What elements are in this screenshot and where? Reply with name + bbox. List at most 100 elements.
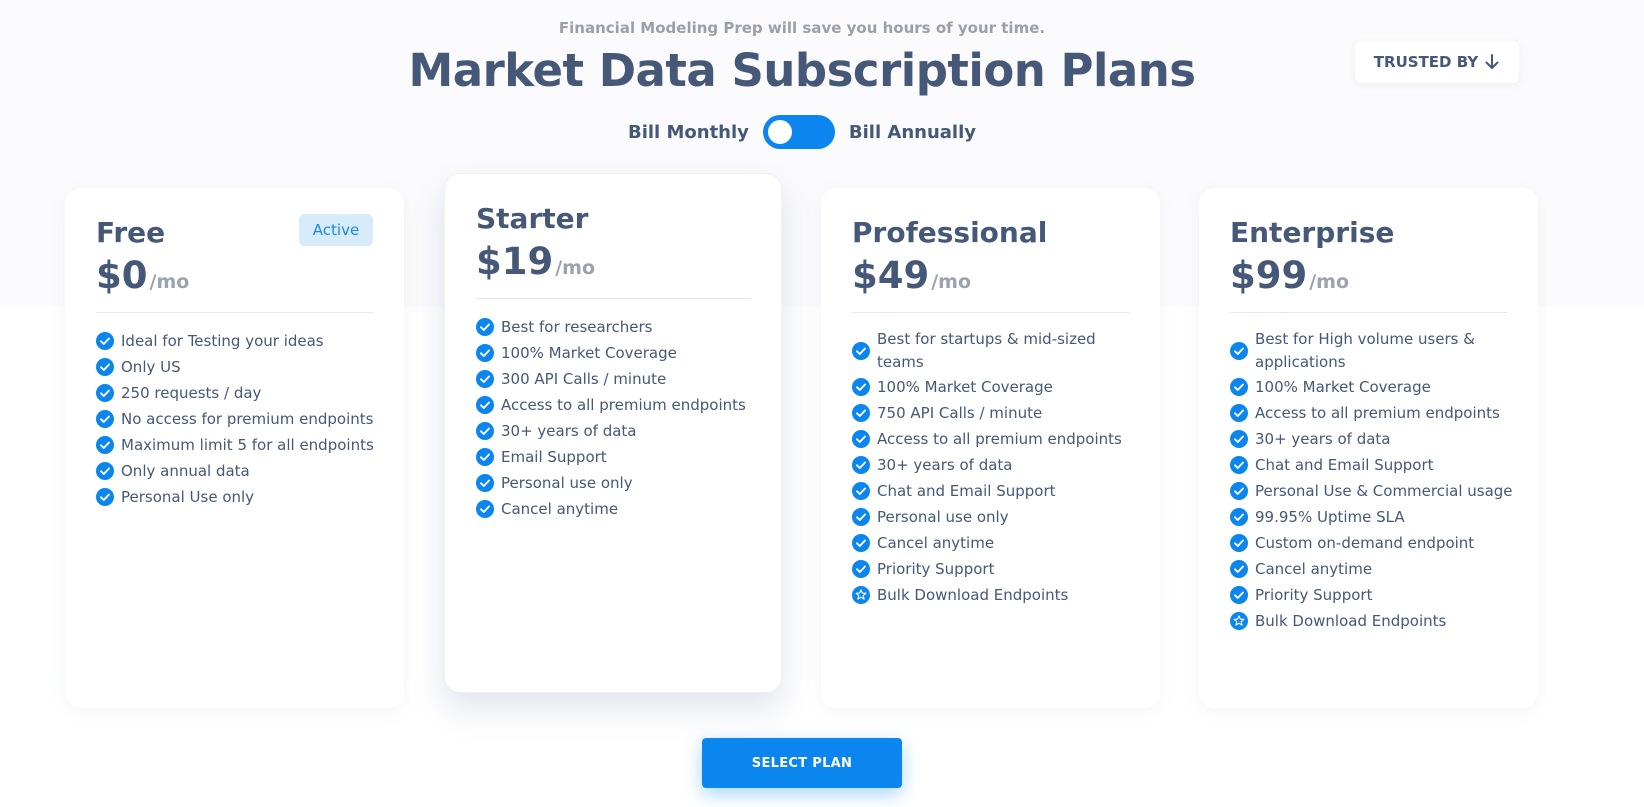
- feature-item: 30+ years of data: [852, 452, 1136, 478]
- plan-price: $99: [1230, 254, 1308, 297]
- feature-text: Cancel anytime: [501, 499, 619, 518]
- plan-price: $49: [852, 254, 930, 297]
- feature-item: Cancel anytime: [476, 496, 757, 522]
- feature-item: Personal use only: [852, 504, 1136, 530]
- bill-monthly-label[interactable]: Bill Monthly: [628, 122, 749, 143]
- divider: [96, 312, 373, 313]
- feature-item: Chat and Email Support: [1230, 452, 1514, 478]
- price-row: $49 /mo: [852, 254, 971, 297]
- check-circle-icon: [1230, 456, 1248, 474]
- feature-text: Best for startups & mid-sized teams: [877, 330, 1096, 371]
- feature-item: Access to all premium endpoints: [1230, 400, 1514, 426]
- feature-text: Access to all premium endpoints: [877, 429, 1122, 448]
- billing-toggle[interactable]: [762, 115, 835, 149]
- feature-item: Personal Use & Commercial usage: [1230, 478, 1514, 504]
- check-circle-icon: [852, 342, 870, 360]
- feature-text: Only US: [121, 357, 181, 376]
- plan-name: Enterprise: [1230, 216, 1395, 249]
- feature-text: Personal Use only: [121, 487, 255, 506]
- feature-text: 30+ years of data: [877, 455, 1013, 474]
- plan-card-free[interactable]: Free Active $0 /mo Ideal for Testing you…: [65, 188, 404, 708]
- feature-item: 100% Market Coverage: [1230, 374, 1514, 400]
- check-circle-icon: [1230, 342, 1248, 360]
- feature-text: Email Support: [501, 447, 607, 466]
- feature-text: Access to all premium endpoints: [501, 395, 746, 414]
- feature-item: Best for startups & mid-sized teams: [852, 328, 1136, 374]
- check-circle-icon: [852, 404, 870, 422]
- feature-text: Personal use only: [877, 507, 1009, 526]
- feature-text: Chat and Email Support: [877, 481, 1056, 500]
- price-period: /mo: [555, 257, 596, 279]
- feature-text: Cancel anytime: [877, 533, 995, 552]
- check-circle-icon: [1230, 430, 1248, 448]
- check-circle-icon: [476, 474, 494, 492]
- feature-item: Personal use only: [476, 470, 757, 496]
- check-circle-icon: [1230, 404, 1248, 422]
- feature-text: 750 API Calls / minute: [877, 403, 1043, 422]
- feature-text: Personal Use & Commercial usage: [1255, 481, 1513, 500]
- feature-item: Ideal for Testing your ideas: [96, 328, 380, 354]
- feature-text: 30+ years of data: [1255, 429, 1391, 448]
- feature-text: Personal use only: [501, 473, 633, 492]
- feature-text: Maximum limit 5 for all endpoints: [121, 435, 374, 454]
- feature-text: Ideal for Testing your ideas: [121, 331, 324, 350]
- feature-text: Priority Support: [1255, 585, 1373, 604]
- feature-text: 30+ years of data: [501, 421, 637, 440]
- star-circle-icon: [1230, 612, 1248, 630]
- feature-text: Only annual data: [121, 461, 250, 480]
- active-badge: Active: [299, 214, 373, 246]
- check-circle-icon: [96, 384, 114, 402]
- plan-card-professional[interactable]: Professional $49 /mo Best for startups &…: [821, 188, 1160, 708]
- trusted-by-button[interactable]: TRUSTED BY: [1355, 41, 1519, 83]
- check-circle-icon: [1230, 482, 1248, 500]
- price-period: /mo: [931, 271, 972, 293]
- feature-item: Bulk Download Endpoints: [1230, 608, 1514, 634]
- divider: [1230, 312, 1507, 313]
- plan-price: $19: [476, 240, 554, 283]
- check-circle-icon: [476, 396, 494, 414]
- feature-item: Cancel anytime: [852, 530, 1136, 556]
- feature-list: Best for High volume users & application…: [1230, 328, 1514, 634]
- feature-text: 300 API Calls / minute: [501, 369, 667, 388]
- feature-text: 250 requests / day: [121, 383, 262, 402]
- check-circle-icon: [96, 488, 114, 506]
- feature-item: 100% Market Coverage: [852, 374, 1136, 400]
- feature-item: Only annual data: [96, 458, 380, 484]
- trusted-by-label: TRUSTED BY: [1373, 53, 1479, 71]
- check-circle-icon: [1230, 534, 1248, 552]
- arrow-down-icon: [1484, 53, 1500, 71]
- feature-text: Best for High volume users & application…: [1255, 330, 1475, 371]
- bill-annually-label[interactable]: Bill Annually: [849, 122, 976, 143]
- feature-item: Priority Support: [1230, 582, 1514, 608]
- check-circle-icon: [852, 430, 870, 448]
- check-circle-icon: [476, 318, 494, 336]
- feature-item: Maximum limit 5 for all endpoints: [96, 432, 380, 458]
- check-circle-icon: [476, 344, 494, 362]
- check-circle-icon: [852, 560, 870, 578]
- price-row: $99 /mo: [1230, 254, 1349, 297]
- feature-list: Ideal for Testing your ideas Only US 250 r…: [96, 328, 380, 510]
- check-circle-icon: [96, 332, 114, 350]
- feature-item: 30+ years of data: [476, 418, 757, 444]
- feature-item: Cancel anytime: [1230, 556, 1514, 582]
- check-circle-icon: [1230, 560, 1248, 578]
- feature-item: Access to all premium endpoints: [476, 392, 757, 418]
- plan-card-enterprise[interactable]: Enterprise $99 /mo Best for High volume …: [1199, 188, 1538, 708]
- check-circle-icon: [852, 482, 870, 500]
- select-plan-button[interactable]: SELECT PLAN: [702, 738, 902, 788]
- feature-item: Custom on-demand endpoint: [1230, 530, 1514, 556]
- feature-text: Access to all premium endpoints: [1255, 403, 1500, 422]
- feature-list: Best for startups & mid-sized teams 100% …: [852, 328, 1136, 608]
- plan-card-starter[interactable]: Starter $19 /mo Best for researchers 100%…: [444, 173, 782, 693]
- check-circle-icon: [852, 378, 870, 396]
- plan-name: Starter: [476, 202, 589, 235]
- feature-text: Bulk Download Endpoints: [1255, 611, 1447, 630]
- check-circle-icon: [476, 500, 494, 518]
- check-circle-icon: [96, 436, 114, 454]
- billing-toggle-row: Bill Monthly Bill Annually: [0, 114, 1604, 150]
- star-circle-icon: [852, 586, 870, 604]
- feature-item: 750 API Calls / minute: [852, 400, 1136, 426]
- feature-item: Email Support: [476, 444, 757, 470]
- feature-text: Chat and Email Support: [1255, 455, 1434, 474]
- feature-item: 99.95% Uptime SLA: [1230, 504, 1514, 530]
